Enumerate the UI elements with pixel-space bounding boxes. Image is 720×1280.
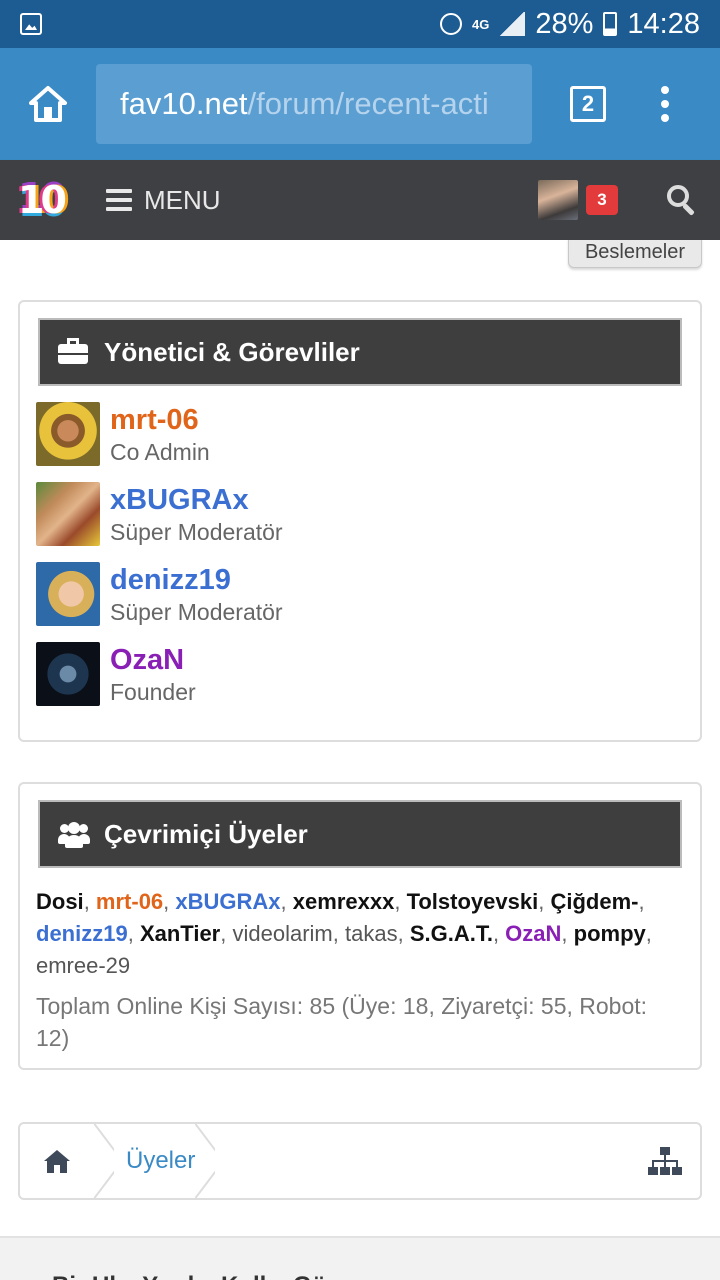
home-icon xyxy=(44,1150,70,1173)
alarm-icon xyxy=(440,13,463,35)
browser-menu-button[interactable] xyxy=(658,86,672,122)
staff-panel-header: Yönetici & Görevliler xyxy=(38,318,682,386)
site-logo[interactable]: 10 xyxy=(16,176,67,224)
briefcase-icon xyxy=(58,338,88,364)
breadcrumb-separator xyxy=(195,1124,215,1198)
avatar[interactable] xyxy=(36,402,100,466)
online-user-list: Dosi, mrt-06, xBUGRAx, xemrexxx, Tolstoy… xyxy=(36,889,652,978)
online-user[interactable]: OzaN xyxy=(505,921,561,946)
online-user[interactable]: xemrexxx xyxy=(293,889,395,914)
staff-member: xBUGRAx Süper Moderatör xyxy=(36,482,700,562)
sitemap-icon xyxy=(648,1147,682,1175)
breadcrumb-separator xyxy=(94,1124,114,1198)
avatar[interactable] xyxy=(36,482,100,546)
hamburger-icon xyxy=(106,189,132,211)
staff-panel-title: Yönetici & Görevliler xyxy=(104,336,360,367)
breadcrumb-home[interactable] xyxy=(20,1124,94,1198)
online-user[interactable]: Dosi xyxy=(36,889,84,914)
online-user[interactable]: xBUGRAx xyxy=(175,889,280,914)
menu-label: MENU xyxy=(144,184,221,215)
sitemap-button[interactable] xyxy=(648,1146,682,1176)
site-navbar: 10 MENU 3 xyxy=(0,160,720,240)
users-icon xyxy=(58,822,90,848)
browser-toolbar: fav10.net/forum/recent-acti 2 xyxy=(0,48,720,160)
gallery-notification-icon xyxy=(20,13,42,35)
address-bar[interactable]: fav10.net/forum/recent-acti xyxy=(96,64,532,144)
network-type: 4G xyxy=(472,16,490,32)
signal-icon xyxy=(499,12,526,36)
search-button[interactable] xyxy=(666,184,698,216)
more-vertical-icon xyxy=(661,86,669,94)
online-user[interactable]: XanTier xyxy=(140,921,220,946)
online-panel-title: Çevrimiçi Üyeler xyxy=(104,818,308,849)
battery-icon xyxy=(603,12,618,36)
staff-role: Süper Moderatör xyxy=(110,599,283,625)
staff-name[interactable]: denizz19 xyxy=(110,564,283,596)
url-host: fav10.net xyxy=(120,86,248,121)
feeds-tab[interactable]: Beslemeler xyxy=(568,240,702,268)
staff-role: Süper Moderatör xyxy=(110,519,283,545)
battery-percent: 28% xyxy=(535,7,594,40)
online-users-panel: Çevrimiçi Üyeler Dosi, mrt-06, xBUGRAx, … xyxy=(18,782,702,1070)
menu-button[interactable]: MENU xyxy=(106,185,221,216)
online-user[interactable]: emree-29 xyxy=(36,953,130,978)
staff-name[interactable]: mrt-06 xyxy=(110,404,210,436)
breadcrumb: Üyeler xyxy=(18,1122,702,1200)
staff-member: OzaN Founder xyxy=(36,642,700,722)
online-panel-header: Çevrimiçi Üyeler xyxy=(38,800,682,868)
avatar[interactable] xyxy=(36,562,100,626)
home-icon xyxy=(29,86,67,122)
staff-panel: Yönetici & Görevliler mrt-06 Co Admin xB… xyxy=(18,300,702,742)
online-user[interactable]: takas xyxy=(345,921,398,946)
staff-member: mrt-06 Co Admin xyxy=(36,402,700,482)
tab-switcher-button[interactable]: 2 xyxy=(570,86,606,122)
breadcrumb-item-users[interactable]: Üyeler xyxy=(126,1147,195,1175)
staff-role: Founder xyxy=(110,679,196,705)
staff-name[interactable]: xBUGRAx xyxy=(110,484,283,516)
url-path: /forum/recent-acti xyxy=(247,86,489,121)
online-user[interactable]: Tolstoyevski xyxy=(407,889,539,914)
avatar[interactable] xyxy=(36,642,100,706)
online-user[interactable]: denizz19 xyxy=(36,921,128,946)
online-user[interactable]: S.G.A.T. xyxy=(410,921,493,946)
staff-name[interactable]: OzaN xyxy=(110,644,196,676)
status-bar: 4G 28% 14:28 xyxy=(0,0,720,48)
online-user[interactable]: videolarim xyxy=(232,921,332,946)
footer-links[interactable]: Bir Ul... Yard... Kull... Gö... r... xyxy=(0,1236,720,1280)
online-user[interactable]: mrt-06 xyxy=(96,889,163,914)
online-user[interactable]: pompy xyxy=(574,921,646,946)
clock: 14:28 xyxy=(627,7,700,40)
browser-home-button[interactable] xyxy=(0,48,96,160)
notification-badge[interactable]: 3 xyxy=(586,185,618,215)
logo-text: 10 xyxy=(18,178,67,222)
online-total: Toplam Online Kişi Sayısı: 85 (Üye: 18, … xyxy=(36,993,648,1051)
staff-role: Co Admin xyxy=(110,439,210,465)
user-avatar[interactable] xyxy=(538,180,578,220)
page-content: Beslemeler Yönetici & Görevliler mrt-06 … xyxy=(0,240,720,1280)
online-user[interactable]: Çiğdem- xyxy=(550,889,638,914)
staff-member: denizz19 Süper Moderatör xyxy=(36,562,700,642)
